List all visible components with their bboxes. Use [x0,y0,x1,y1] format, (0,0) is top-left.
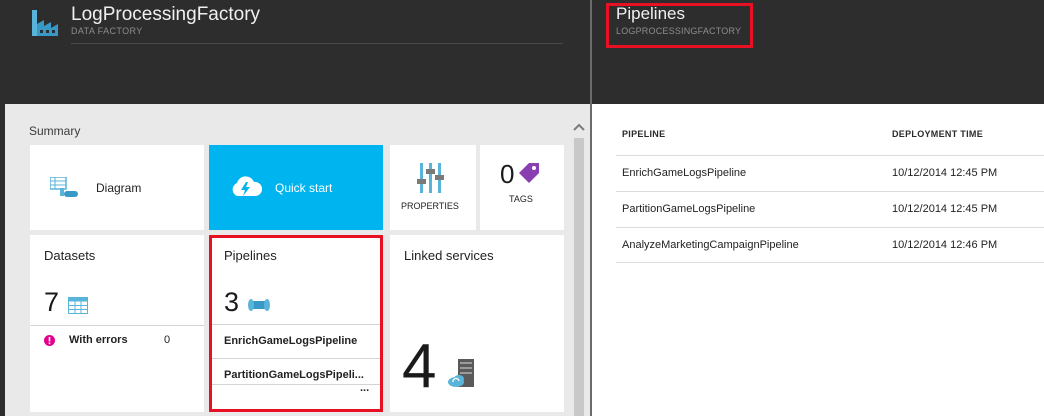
data-factory-blade: LogProcessingFactory DATA FACTORY Summar… [0,0,590,416]
table-row[interactable]: AnalyzeMarketingCampaignPipeline 10/12/2… [616,227,1044,263]
properties-tile[interactable]: PROPERTIES [390,145,476,230]
deployment-time-cell: 10/12/2014 12:46 PM [892,239,998,251]
linked-services-label: Linked services [404,248,494,263]
linked-services-tile[interactable]: Linked services 4 [390,235,564,412]
properties-label: PROPERTIES [401,201,459,211]
linked-services-count: 4 [402,332,437,401]
header-divider [71,43,563,44]
vertical-scrollbar[interactable] [570,114,588,416]
datasets-count: 7 [44,287,60,317]
quick-start-label: Quick start [275,181,333,195]
deployment-time-cell: 10/12/2014 12:45 PM [892,167,998,179]
pipeline-list-item[interactable]: EnrichGameLogsPipeline [224,335,357,347]
blade-content: Summary Diagram Quick start PROPERTIES 0… [5,104,590,416]
tags-tile[interactable]: 0 TAGS [480,145,564,230]
pipeline-list-item[interactable]: PartitionGameLogsPipeli... [224,369,364,381]
deployment-time-cell: 10/12/2014 12:45 PM [892,203,998,215]
datasets-tile[interactable]: Datasets 7 With errors 0 [30,235,204,412]
pipelines-blade-header: Pipelines LOGPROCESSINGFACTORY [592,0,1044,104]
scrollbar-thumb[interactable] [574,138,584,416]
errors-label: With errors [69,334,128,346]
properties-sliders-icon [417,163,444,193]
diagram-label: Diagram [96,181,142,195]
pipeline-name-cell: PartitionGameLogsPipeline [622,203,756,215]
pipelines-label: Pipelines [224,248,277,263]
pipelines-separator-1 [212,324,380,325]
linked-server-icon [448,359,474,387]
column-header-deployment-time[interactable]: DEPLOYMENT TIME [892,129,983,139]
pipelines-blade: Pipelines LOGPROCESSINGFACTORY PIPELINE … [592,0,1044,416]
pipelines-blade-subtitle: LOGPROCESSINGFACTORY [616,26,742,36]
scroll-up-arrow-icon[interactable] [572,120,586,134]
table-row[interactable]: PartitionGameLogsPipeline 10/12/2014 12:… [616,191,1044,227]
blade-header: LogProcessingFactory DATA FACTORY [0,0,590,104]
diagram-icon [50,177,78,197]
quick-start-tile[interactable]: Quick start [209,145,383,230]
pipeline-name-cell: EnrichGameLogsPipeline [622,167,747,179]
more-pipelines-link[interactable]: ... [360,382,369,394]
blade-subtitle: DATA FACTORY [71,26,143,36]
errors-count: 0 [164,334,171,346]
error-icon [44,335,55,346]
pipelines-blade-title: Pipelines [616,4,685,23]
diagram-tile[interactable]: Diagram [30,145,204,230]
pipelines-separator-2 [212,358,380,359]
tag-icon [519,163,539,183]
tags-label: TAGS [509,194,533,204]
pipelines-separator-3 [212,384,380,385]
table-icon [68,297,88,314]
pipelines-count: 3 [224,287,240,317]
blade-title: LogProcessingFactory [71,4,261,25]
summary-section-label: Summary [29,124,81,138]
column-header-pipeline[interactable]: PIPELINE [622,129,665,139]
datasets-separator [30,325,204,326]
tags-count: 0 [500,159,515,189]
datasets-label: Datasets [44,248,96,263]
factory-icon [32,10,58,36]
table-row[interactable]: EnrichGameLogsPipeline 10/12/2014 12:45 … [616,155,1044,191]
pipelines-tile[interactable]: Pipelines 3 EnrichGameLogsPipeline Parti… [209,235,383,412]
pipeline-name-cell: AnalyzeMarketingCampaignPipeline [622,239,799,251]
pipeline-icon [248,299,270,311]
cloud-lightning-icon [232,176,263,196]
